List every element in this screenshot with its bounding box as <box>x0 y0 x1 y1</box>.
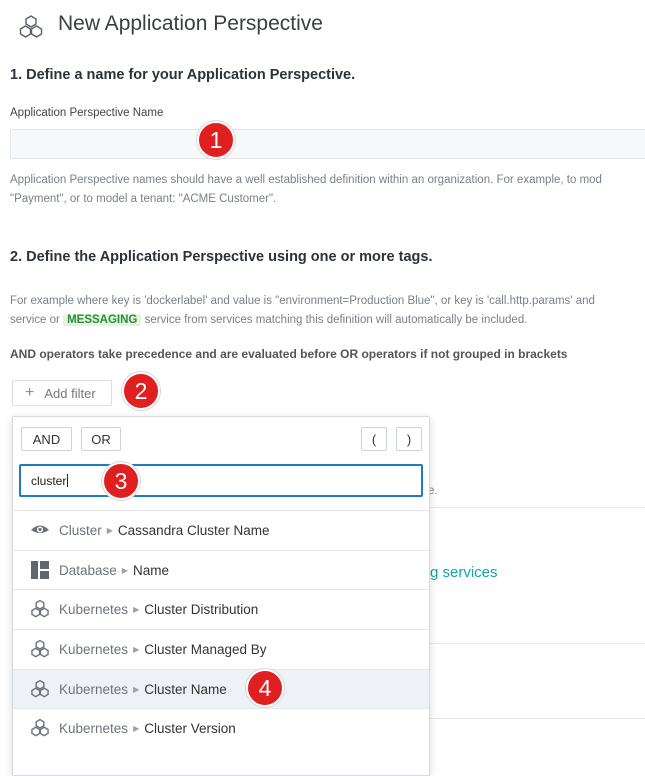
operator-precedence-note: AND operators take precedence and are ev… <box>10 347 568 361</box>
add-filter-button[interactable]: + Add filter <box>12 380 112 406</box>
chevron-right-icon: ▶ <box>133 684 140 694</box>
services-link-fragment[interactable]: g services <box>430 564 498 581</box>
option-category: Kubernetes <box>59 601 129 617</box>
step2-help-line2: service or MESSAGING service from servic… <box>10 311 527 330</box>
tag-option-kubernetes-cluster-name[interactable]: Kubernetes ▶ Cluster Name <box>13 669 429 708</box>
chevron-right-icon: ▶ <box>121 565 128 575</box>
step1-heading: 1. Define a name for your Application Pe… <box>10 67 356 83</box>
step2-help-line1: For example where key is 'dockerlabel' a… <box>10 295 595 307</box>
tag-option-kubernetes-cluster-managed-by[interactable]: Kubernetes ▶ Cluster Managed By <box>13 629 429 668</box>
close-bracket-button[interactable]: ) <box>396 427 422 451</box>
chevron-right-icon: ▶ <box>133 644 140 654</box>
plus-icon: + <box>25 384 35 401</box>
annotation-marker-1: 1 <box>197 121 235 159</box>
option-category: Kubernetes <box>59 681 129 697</box>
option-item: Cluster Managed By <box>144 641 267 657</box>
option-category: Cluster <box>59 522 102 538</box>
perspective-name-label: Application Perspective Name <box>10 107 164 119</box>
kubernetes-icon <box>29 717 51 739</box>
option-category: Database <box>59 562 117 578</box>
kubernetes-icon <box>29 638 51 660</box>
step1-help-line2: "Payment", or to model a tenant: "ACME C… <box>10 193 277 205</box>
add-filter-label: Add filter <box>44 385 96 401</box>
chevron-right-icon: ▶ <box>133 723 140 733</box>
kubernetes-icon <box>29 598 51 620</box>
chevron-right-icon: ▶ <box>133 604 140 614</box>
option-item: Cassandra Cluster Name <box>117 522 270 538</box>
annotation-marker-2: 2 <box>122 372 160 410</box>
messaging-tag: MESSAGING <box>63 314 142 326</box>
application-perspective-icon <box>18 14 44 40</box>
chevron-right-icon: ▶ <box>106 525 113 535</box>
divider <box>430 718 645 719</box>
page-title: New Application Perspective <box>58 12 323 35</box>
annotation-marker-3: 3 <box>102 462 140 500</box>
annotation-marker-4: 4 <box>246 669 284 707</box>
tag-option-database-name[interactable]: Database ▶ Name <box>13 550 429 589</box>
database-icon <box>29 559 51 581</box>
perspective-name-input[interactable] <box>10 129 645 159</box>
option-item: Cluster Name <box>144 681 227 697</box>
divider <box>430 643 645 644</box>
option-item: Cluster Version <box>144 720 236 736</box>
or-operator-button[interactable]: OR <box>81 427 121 451</box>
step2-help-pre: service or <box>10 314 60 326</box>
filter-dropdown: AND OR ( ) cluster Cluster ▶ Cassandra C… <box>12 416 430 776</box>
option-category: Kubernetes <box>59 641 129 657</box>
step2-help-post: service from services matching this defi… <box>144 314 528 326</box>
option-item: Cluster Distribution <box>144 601 259 617</box>
tag-search-input[interactable]: cluster <box>19 464 423 497</box>
step2-heading: 2. Define the Application Perspective us… <box>10 249 433 265</box>
tag-option-kubernetes-cluster-version[interactable]: Kubernetes ▶ Cluster Version <box>13 708 429 747</box>
step1-help-line1: Application Perspective names should hav… <box>10 174 602 186</box>
option-category: Kubernetes <box>59 720 129 736</box>
tag-search-value: cluster <box>31 473 67 488</box>
tag-option-kubernetes-cluster-distribution[interactable]: Kubernetes ▶ Cluster Distribution <box>13 589 429 628</box>
tag-option-cluster-cassandra-cluster-name[interactable]: Cluster ▶ Cassandra Cluster Name <box>13 510 429 549</box>
and-operator-button[interactable]: AND <box>21 427 72 451</box>
kubernetes-icon <box>29 678 51 700</box>
text-cursor <box>67 474 69 487</box>
divider <box>430 507 645 508</box>
open-bracket-button[interactable]: ( <box>361 427 387 451</box>
eye-icon <box>29 519 51 541</box>
option-item: Name <box>132 562 169 578</box>
